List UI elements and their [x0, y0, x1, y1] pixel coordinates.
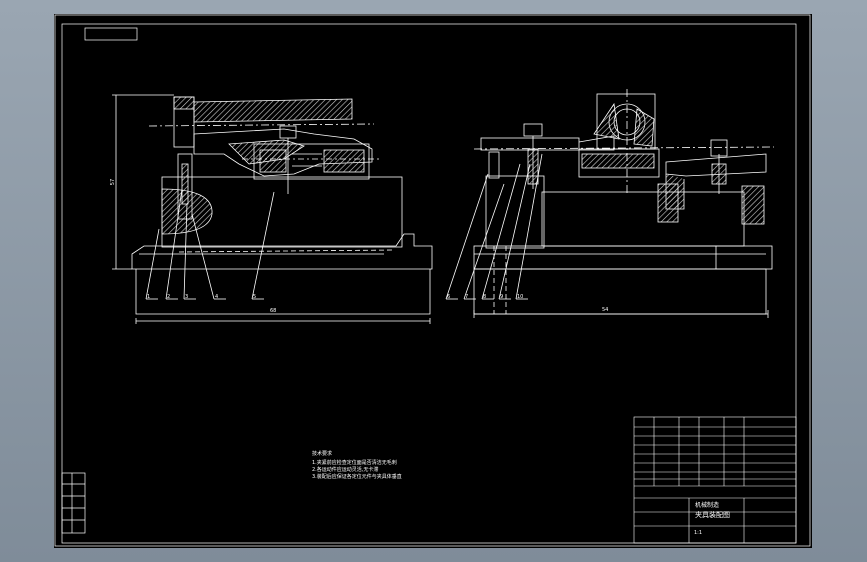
- parts-list-rows: [634, 426, 796, 480]
- title-name: 夹具装配图: [695, 511, 730, 519]
- drawing-frame: [61, 23, 797, 544]
- balloon-8: 8: [483, 294, 487, 300]
- front-view: [112, 94, 433, 324]
- code-box: [84, 27, 138, 41]
- balloon-10: 10: [517, 294, 524, 300]
- balloon-7: 7: [465, 294, 469, 300]
- balloon-1: 1: [147, 294, 151, 300]
- drawing-canvas: [54, 14, 811, 547]
- dim-side-width: 54: [602, 307, 609, 313]
- cad-viewport[interactable]: 技术要求 1.夹紧前应检查定位面是否清洁无毛刺 2.各运动件应运动灵活,无卡滞 …: [0, 0, 867, 562]
- balloon-3: 3: [185, 294, 189, 300]
- notes-title: 技术要求: [312, 451, 333, 457]
- balloon-9: 9: [500, 294, 504, 300]
- balloon-2: 2: [167, 294, 171, 300]
- balloon-4: 4: [215, 294, 219, 300]
- side-view: [445, 89, 775, 318]
- note-3: 3.装配后应保证各定位元件与夹具体垂直: [312, 474, 402, 480]
- title-scale: 1:1: [694, 530, 703, 536]
- title-product: 机械制造: [695, 502, 720, 509]
- balloon-5: 5: [253, 294, 257, 300]
- dim-front-height: 57: [110, 178, 117, 186]
- dim-front-width: 68: [270, 308, 277, 314]
- title-block: [633, 416, 797, 544]
- binding-stamp: [61, 472, 86, 534]
- drawing-sheet: 技术要求 1.夹紧前应检查定位面是否清洁无毛刺 2.各运动件应运动灵活,无卡滞 …: [54, 14, 812, 548]
- note-2: 2.各运动件应运动灵活,无卡滞: [312, 467, 379, 473]
- balloon-6: 6: [447, 294, 451, 300]
- note-1: 1.夹紧前应检查定位面是否清洁无毛刺: [312, 460, 397, 466]
